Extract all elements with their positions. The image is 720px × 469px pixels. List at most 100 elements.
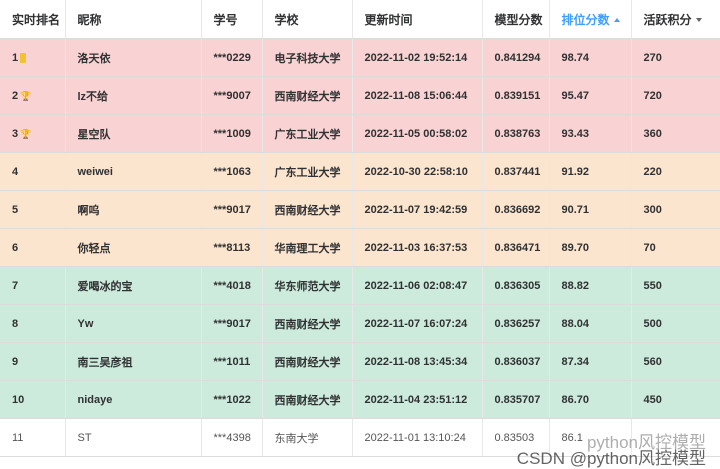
cell-update-time: 2022-11-08 15:06:44 — [352, 76, 483, 115]
cell-rank-score: 91.92 — [549, 152, 632, 191]
cell-active-points-text: 220 — [643, 165, 662, 178]
cell-rank-score-text: 87.34 — [561, 355, 590, 368]
cell-school: 西南财经大学 — [262, 76, 353, 115]
cell-rank-text: 5 — [12, 203, 19, 216]
cell-update-time: 2022-11-05 00:58:02 — [352, 114, 483, 153]
cell-student-id-text: ***9017 — [213, 203, 251, 216]
cell-school-text: 西南财经大学 — [274, 318, 341, 331]
cell-rank: 8 — [0, 304, 66, 343]
cell-rank: 5 — [0, 190, 66, 229]
cell-rank: 4 — [0, 152, 66, 191]
cell-school-text: 广东工业大学 — [274, 128, 341, 141]
cell-student-id-text: ***8113 — [213, 241, 251, 254]
cell-nickname: 星空队 — [65, 114, 202, 153]
cell-rank: 9 — [0, 342, 66, 381]
cell-model-score: 0.837441 — [482, 152, 550, 191]
cell-school: 电子科技大学 — [262, 38, 353, 77]
cell-active-points-text: 500 — [643, 317, 662, 330]
cell-rank-score: 89.70 — [549, 228, 632, 267]
cell-school: 东南大学 — [262, 418, 353, 457]
cell-rank-text: 7 — [12, 279, 19, 292]
cell-active-points-text: 550 — [643, 279, 662, 292]
cell-school-text: 西南财经大学 — [274, 356, 341, 369]
cell-school-text: 华东师范大学 — [274, 280, 341, 293]
cell-nickname-text: 南三吴彦祖 — [77, 356, 133, 369]
cell-nickname: ST — [65, 418, 202, 457]
table-row: 10 nidaye ***1022 西南财经大学 2022-11-04 23:51:12… — [0, 380, 720, 419]
cell-model-score: 0.836257 — [482, 304, 550, 343]
cell-active-points-text: 70 — [643, 241, 656, 254]
table-body: 1 洛天依 ***0229 电子科技大学 2022-11-02 19:52:14 0.84… — [0, 38, 720, 457]
header-rank: 实时排名 — [0, 0, 66, 39]
cell-model-score-text: 0.839151 — [494, 89, 541, 102]
cell-active-points-text: 720 — [643, 89, 662, 102]
cell-nickname-text: 星空队 — [77, 128, 111, 141]
cell-rank-score-text: 89.70 — [561, 241, 590, 254]
cell-school-text: 西南财经大学 — [274, 90, 341, 103]
header-rank-score[interactable]: 排位分数 — [549, 0, 632, 39]
cell-school: 广东工业大学 — [262, 152, 353, 191]
cell-active-points-text: 450 — [643, 393, 662, 406]
cell-active-points: 360 — [631, 114, 720, 153]
watermark-csdn: CSDN @python风控模型 — [516, 449, 706, 468]
cell-rank: 7 — [0, 266, 66, 305]
cell-nickname-text: nidaye — [77, 393, 113, 406]
cell-school: 广东工业大学 — [262, 114, 353, 153]
cell-rank-score-text: 90.71 — [561, 203, 590, 216]
cell-model-score: 0.839151 — [482, 76, 550, 115]
cell-model-score-text: 0.83503 — [494, 431, 535, 444]
table-row: 5 啊呜 ***9017 西南财经大学 2022-11-07 19:42:59 0.836… — [0, 190, 720, 229]
cell-update-time-text: 2022-11-08 15:06:44 — [364, 89, 468, 102]
table-row: 8 Yw ***9017 西南财经大学 2022-11-07 16:07:24 0.836… — [0, 304, 720, 343]
header-active-points-label: 活跃积分 — [643, 12, 692, 27]
cell-rank-score-text: 98.74 — [561, 51, 590, 64]
cell-rank-score-text: 86.1 — [561, 431, 583, 444]
cell-update-time: 2022-11-03 16:37:53 — [352, 228, 483, 267]
cell-rank-text: 1 — [12, 51, 19, 64]
cell-update-time: 2022-11-04 23:51:12 — [352, 380, 483, 419]
cell-student-id: ***1063 — [201, 152, 263, 191]
cell-update-time-text: 2022-11-07 16:07:24 — [364, 317, 468, 330]
cell-student-id: ***1011 — [201, 342, 263, 381]
cell-update-time: 2022-11-07 19:42:59 — [352, 190, 483, 229]
cell-school: 西南财经大学 — [262, 380, 353, 419]
cell-active-points: 560 — [631, 342, 720, 381]
cell-school: 华东师范大学 — [262, 266, 353, 305]
cell-update-time: 2022-11-01 13:10:24 — [352, 418, 483, 457]
cell-nickname-text: weiwei — [77, 165, 113, 178]
cell-model-score: 0.836037 — [482, 342, 550, 381]
cell-model-score-text: 0.836692 — [494, 203, 541, 216]
cell-nickname: nidaye — [65, 380, 202, 419]
header-active-points[interactable]: 活跃积分 — [631, 0, 720, 39]
cell-nickname: 你轻点 — [65, 228, 202, 267]
cell-rank-score-text: 86.70 — [561, 393, 590, 406]
sort-descending-icon[interactable] — [695, 18, 702, 23]
cell-update-time-text: 2022-11-07 19:42:59 — [364, 203, 468, 216]
cell-school: 西南财经大学 — [262, 190, 353, 229]
cell-update-time: 2022-11-07 16:07:24 — [352, 304, 483, 343]
cell-nickname-text: 啊呜 — [77, 204, 100, 217]
cell-rank-score: 98.74 — [549, 38, 632, 77]
cell-student-id: ***1009 — [201, 114, 263, 153]
cell-active-points-text: 270 — [643, 51, 662, 64]
cell-active-points: 550 — [631, 266, 720, 305]
cell-rank: 1 — [0, 38, 66, 77]
cell-model-score-text: 0.836471 — [494, 241, 541, 254]
cell-nickname: lz不给 — [65, 76, 202, 115]
cell-rank-text: 9 — [12, 355, 19, 368]
cell-student-id-text: ***9017 — [213, 317, 251, 330]
cell-rank-score: 90.71 — [549, 190, 632, 229]
sort-ascending-icon[interactable] — [613, 18, 620, 23]
cell-update-time: 2022-11-02 19:52:14 — [352, 38, 483, 77]
cell-model-score: 0.836471 — [482, 228, 550, 267]
cell-student-id-text: ***0229 — [213, 51, 251, 64]
cell-student-id: ***1022 — [201, 380, 263, 419]
cell-model-score-text: 0.836257 — [494, 317, 541, 330]
cell-active-points-text: 360 — [643, 127, 662, 140]
cell-update-time-text: 2022-11-01 13:10:24 — [364, 431, 466, 444]
cell-student-id: ***0229 — [201, 38, 263, 77]
cell-update-time-text: 2022-11-02 19:52:14 — [364, 51, 468, 64]
cell-rank-text: 10 — [12, 393, 25, 406]
cell-active-points: 500 — [631, 304, 720, 343]
header-school: 学校 — [262, 0, 353, 39]
